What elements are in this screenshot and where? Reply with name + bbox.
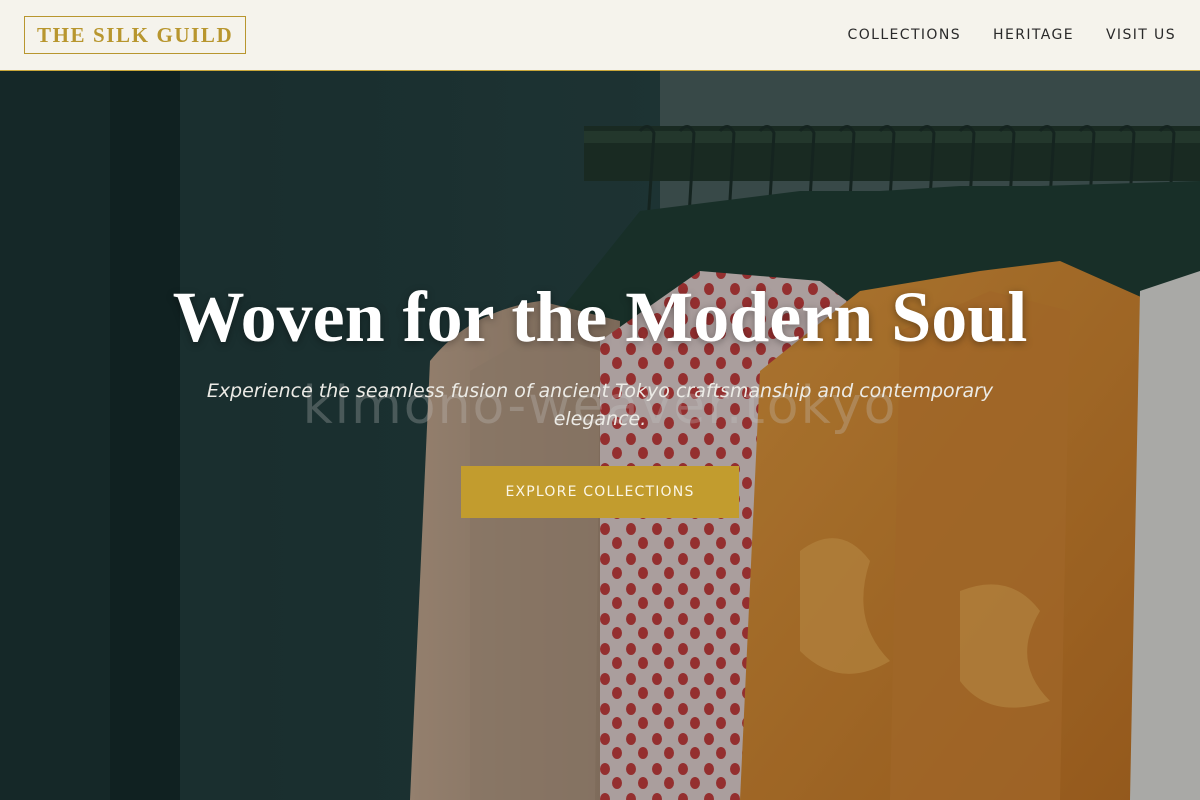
- site-header: THE SILK GUILD COLLECTIONS HERITAGE VISI…: [0, 0, 1200, 71]
- nav-link-heritage[interactable]: HERITAGE: [993, 27, 1074, 43]
- explore-collections-button[interactable]: EXPLORE COLLECTIONS: [461, 466, 739, 518]
- hero-subtitle: Experience the seamless fusion of ancien…: [206, 380, 994, 430]
- nav-link-collections[interactable]: COLLECTIONS: [848, 27, 961, 43]
- nav-link-visit-us[interactable]: VISIT US: [1106, 27, 1176, 43]
- main-nav: COLLECTIONS HERITAGE VISIT US: [848, 27, 1176, 43]
- hero-section: kimono-weaver.tokyo Woven for the Modern…: [0, 71, 1200, 800]
- site-logo[interactable]: THE SILK GUILD: [24, 16, 247, 54]
- hero-headline: Woven for the Modern Soul: [172, 277, 1028, 357]
